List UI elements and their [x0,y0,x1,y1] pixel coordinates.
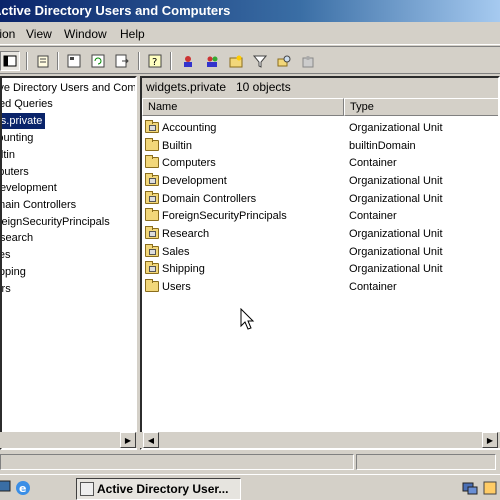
nav-icon[interactable] [0,51,20,71]
new-ou-icon[interactable] [226,51,246,71]
window-title-bar[interactable]: Active Directory Users and Computers [0,0,500,22]
find-icon[interactable] [274,51,294,71]
tree-item-saved-queries[interactable]: Saved Queries [2,96,53,112]
status-panel-secondary [356,454,496,470]
list-item[interactable]: Domain Controllers Organizational Unit [142,190,498,208]
console-tree[interactable]: Active Directory Users and Computers Sav… [0,76,137,450]
tree-item-foreign-security-principals[interactable]: ForeignSecurityPrincipals [2,214,110,230]
menu-bar: Action View Window Help [0,23,500,45]
delete-icon[interactable] [33,51,53,71]
folder-icon [145,138,159,151]
tree-item-accounting[interactable]: Accounting [2,130,33,146]
details-count: 10 objects [236,80,291,94]
list-item[interactable]: Development Organizational Unit [142,172,498,190]
ou-folder-icon [145,226,159,239]
column-header-name[interactable]: Name [142,98,344,116]
scroll-right-icon[interactable]: ▶ [482,432,498,448]
tree-item-shipping[interactable]: Shipping [2,264,26,280]
scroll-left-icon[interactable]: ◀ [143,432,159,448]
status-bar [0,452,500,472]
details-header: widgets.private 10 objects [142,78,498,98]
list-item[interactable]: Computers Container [142,154,498,172]
tree-item-root[interactable]: Active Directory Users and Computers [2,80,135,96]
new-user-icon[interactable] [178,51,198,71]
desktop-icon[interactable] [0,479,12,495]
tree-item-domain-controllers[interactable]: Domain Controllers [2,197,76,213]
ou-folder-icon [145,244,159,257]
ou-folder-icon [145,120,159,133]
tree-item-domain[interactable]: widgets.private [2,113,46,129]
folder-icon [145,279,159,292]
list-item[interactable]: Users Container [142,278,498,296]
export-icon[interactable] [112,51,132,71]
tray-icon[interactable] [482,480,498,496]
tree-item-sales[interactable]: Sales [2,247,11,263]
list-item[interactable]: Accounting Organizational Unit [142,119,498,137]
window-title: Active Directory Users and Computers [0,3,231,18]
refresh-icon[interactable] [88,51,108,71]
list-item[interactable]: Shipping Organizational Unit [142,260,498,278]
menu-window[interactable]: Window [64,27,107,41]
internet-explorer-icon[interactable]: e [14,479,32,497]
filter-icon[interactable] [250,51,270,71]
add-to-group-icon[interactable] [298,51,318,71]
details-pane: widgets.private 10 objects Name Type Acc… [140,76,500,450]
details-horizontal-scrollbar[interactable]: ◀ ▶ [140,432,500,448]
status-panel-main [0,454,354,470]
ou-folder-icon [145,191,159,204]
list-item[interactable]: Research Organizational Unit [142,225,498,243]
tree-item-users[interactable]: Users [2,281,11,297]
menu-action[interactable]: Action [0,27,15,41]
tree-item-development[interactable]: Development [2,180,57,196]
folder-icon [145,155,159,168]
svg-text:?: ? [152,57,157,68]
list-item[interactable]: Sales Organizational Unit [142,243,498,261]
ou-folder-icon [145,261,159,274]
new-group-icon[interactable] [202,51,222,71]
taskbar-button-active-directory[interactable]: Active Directory User... [76,478,241,500]
ou-folder-icon [145,173,159,186]
scroll-right-icon[interactable]: ▶ [120,432,136,448]
list-item[interactable]: Builtin builtinDomain [142,137,498,155]
menu-help[interactable]: Help [120,27,145,41]
mouse-cursor-icon [240,308,255,330]
details-path: widgets.private [146,80,227,94]
network-tray-icon[interactable] [462,480,478,496]
tree-item-computers[interactable]: Computers [2,164,29,180]
list-item[interactable]: ForeignSecurityPrincipals Container [142,207,498,225]
help-icon[interactable]: ? [145,51,165,71]
tree-item-builtin[interactable]: Builtin [2,147,15,163]
tree-item-research[interactable]: Research [2,230,33,246]
svg-text:e: e [19,482,26,495]
properties-icon[interactable] [64,51,84,71]
folder-icon [145,208,159,221]
menu-view[interactable]: View [26,27,52,41]
active-directory-icon [80,482,94,496]
column-header-type[interactable]: Type [344,98,498,116]
tree-horizontal-scrollbar[interactable]: ▶ [0,432,137,448]
toolbar: ? [0,46,500,74]
taskbar: e Active Directory User... [0,474,500,500]
